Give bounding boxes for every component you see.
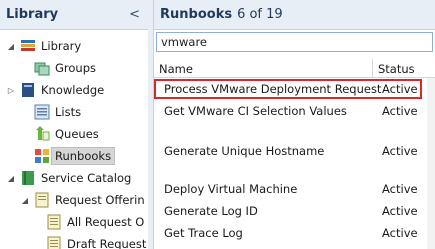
document-icon <box>46 236 62 249</box>
tree-item-label: Knowledge <box>41 83 105 97</box>
row-status: Active <box>382 226 418 240</box>
column-header-status[interactable]: Status <box>378 62 415 76</box>
row-name: Deploy Virtual Machine <box>164 182 298 196</box>
document-icon <box>46 214 62 230</box>
tree-item-label: Runbooks <box>51 147 116 165</box>
expanded-arrow-icon[interactable]: ◢ <box>6 174 16 183</box>
queues-icon <box>34 126 50 142</box>
row-status: Active <box>382 204 418 218</box>
table-row[interactable]: Get VMware CI Selection Values Active <box>154 101 435 121</box>
runbooks-count: 6 of 19 <box>237 7 283 22</box>
tree-item-label: Lists <box>55 105 82 119</box>
request-offering-icon <box>34 192 50 208</box>
runbooks-icon <box>34 148 50 164</box>
table-row[interactable]: Deploy Virtual Machine Active <box>154 179 435 199</box>
runbooks-header: Runbooks 6 of 19 <box>154 0 435 30</box>
tree-item-request-offering[interactable]: ◢ Request Offerin <box>20 190 145 210</box>
tree-item-label: Library <box>41 39 82 53</box>
row-name: Process VMware Deployment Request <box>164 82 382 96</box>
table-row[interactable]: Generate Unique Hostname Active <box>154 141 435 161</box>
tree-item-queues[interactable]: Queues <box>20 124 99 144</box>
library-pane-title: Library <box>6 7 59 22</box>
row-name: Generate Log ID <box>164 204 258 218</box>
expanded-arrow-icon[interactable]: ◢ <box>20 196 30 205</box>
row-name: Get Trace Log <box>164 226 243 240</box>
collapse-pane-button[interactable]: < <box>129 7 140 22</box>
row-name: Generate Unique Hostname <box>164 144 325 158</box>
tree-item-runbooks[interactable]: Runbooks <box>20 146 116 166</box>
tree-item-draft-request[interactable]: Draft Request <box>46 234 146 249</box>
tree-item-lists[interactable]: Lists <box>20 102 81 122</box>
library-header: Library < <box>0 0 148 30</box>
row-status: Active <box>382 144 418 158</box>
tree-item-label: Draft Request <box>67 237 147 249</box>
knowledge-icon <box>20 82 36 98</box>
tree-item-label: Queues <box>55 127 99 141</box>
tree-item-label: All Request O <box>67 215 145 229</box>
groups-icon <box>34 60 50 76</box>
row-name: Get VMware CI Selection Values <box>164 104 347 118</box>
row-status: Active <box>382 82 418 96</box>
tree-item-knowledge[interactable]: ▷ Knowledge <box>6 80 104 100</box>
tree-item-label: Request Offerin <box>55 193 145 207</box>
tree-item-label: Service Catalog <box>41 171 132 185</box>
runbooks-title: Runbooks <box>160 7 233 22</box>
tree-item-all-request-offerings[interactable]: All Request O <box>46 212 144 232</box>
vertical-scrollbar[interactable] <box>427 78 435 249</box>
tree-item-label: Groups <box>55 61 97 75</box>
column-divider[interactable] <box>372 59 373 77</box>
filter-input[interactable] <box>156 32 433 52</box>
library-pane: Library < ◢ Library Groups ▷ Knowledge L… <box>0 0 149 249</box>
lists-icon <box>34 104 50 120</box>
column-header-row: Name Status <box>154 59 435 78</box>
column-header-name[interactable]: Name <box>159 62 193 76</box>
table-row[interactable]: Get Trace Log Active <box>154 223 435 243</box>
tree-item-service-catalog[interactable]: ◢ Service Catalog <box>6 168 131 188</box>
table-row[interactable]: Process VMware Deployment Request Active <box>154 79 422 99</box>
table-row[interactable]: Generate Log ID Active <box>154 201 435 221</box>
tree-item-library[interactable]: ◢ Library <box>6 36 81 56</box>
service-catalog-icon <box>20 170 36 186</box>
library-icon <box>20 38 36 54</box>
expanded-arrow-icon[interactable]: ◢ <box>6 42 16 51</box>
runbooks-pane: Runbooks 6 of 19 Name Status Process VMw… <box>154 0 435 249</box>
collapsed-arrow-icon[interactable]: ▷ <box>6 86 16 95</box>
row-status: Active <box>382 182 418 196</box>
row-status: Active <box>382 104 418 118</box>
tree-item-groups[interactable]: Groups <box>20 58 96 78</box>
